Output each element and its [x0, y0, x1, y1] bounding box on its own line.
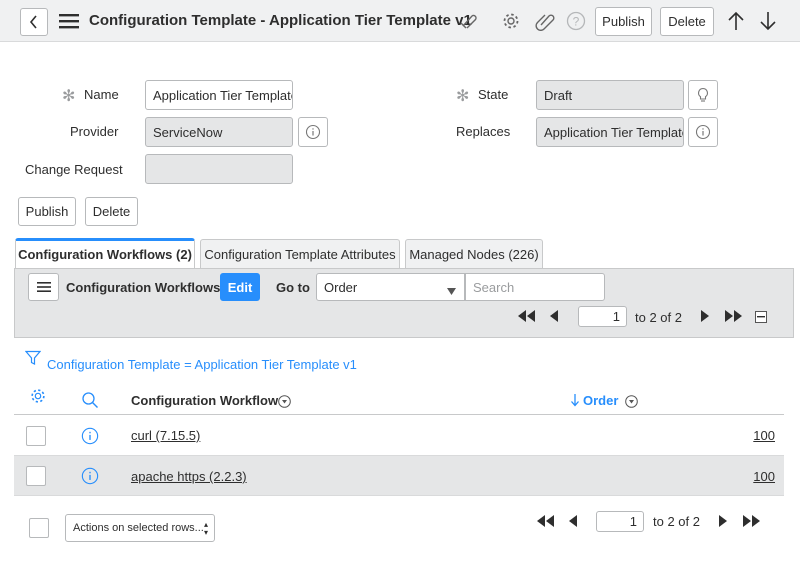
- tab-configuration-template-attributes[interactable]: Configuration Template Attributes: [200, 239, 400, 268]
- delete-button-header[interactable]: Delete: [660, 7, 714, 36]
- row-checkbox[interactable]: [26, 466, 46, 486]
- mandatory-asterisk-icon: ✻: [62, 88, 76, 105]
- info-icon[interactable]: [80, 466, 100, 486]
- next-page-icon[interactable]: [716, 513, 730, 529]
- goto-field-select[interactable]: Order: [316, 273, 465, 301]
- dropdown-arrow-icon: [447, 283, 456, 298]
- provider-info-button[interactable]: [298, 117, 328, 147]
- last-page-icon[interactable]: [740, 513, 764, 529]
- goto-label: Go to: [276, 280, 310, 295]
- publish-button-header[interactable]: Publish: [595, 7, 652, 36]
- svg-text:?: ?: [573, 15, 580, 29]
- tab-managed-nodes[interactable]: Managed Nodes (226): [405, 239, 543, 268]
- column-header-workflow[interactable]: Configuration Workflow: [131, 393, 278, 408]
- page-title: Configuration Template - Application Tie…: [89, 12, 472, 29]
- first-page-icon[interactable]: [514, 308, 538, 324]
- state-field[interactable]: Draft: [536, 80, 684, 110]
- paperclip-icon[interactable]: [534, 10, 556, 32]
- goto-field-value: Order: [324, 279, 358, 295]
- list-menu-button[interactable]: [28, 273, 59, 301]
- mandatory-asterisk-icon: ✻: [456, 88, 470, 105]
- name-field[interactable]: Application Tier Template v1: [145, 80, 293, 110]
- back-button[interactable]: [20, 8, 48, 36]
- arrow-down-icon[interactable]: [756, 9, 780, 33]
- filter-icon[interactable]: [24, 349, 42, 367]
- replaces-field[interactable]: Application Tier Template v1: [536, 117, 684, 147]
- page-number-input[interactable]: 1: [578, 306, 627, 327]
- info-icon: [695, 124, 711, 140]
- change-request-label: Change Request: [25, 162, 123, 177]
- lightbulb-icon: [698, 87, 708, 102]
- column-menu-icon[interactable]: [624, 394, 638, 408]
- provider-label: Provider: [70, 124, 119, 139]
- info-icon: [305, 124, 321, 140]
- table-row: apache https (2.2.3) 100: [14, 456, 784, 496]
- change-request-field[interactable]: [145, 154, 293, 184]
- list-title: Configuration Workflows: [66, 280, 221, 295]
- gear-icon[interactable]: [500, 10, 522, 32]
- first-page-icon[interactable]: [533, 513, 557, 529]
- state-lightbulb-button[interactable]: [688, 80, 718, 110]
- page-range-text: to 2 of 2: [653, 514, 700, 529]
- hamburger-menu-icon[interactable]: [58, 12, 80, 30]
- select-arrows-icon: ▴ ▾: [203, 520, 208, 537]
- state-label: State: [478, 87, 509, 102]
- previous-page-icon[interactable]: [566, 513, 580, 529]
- table-row: curl (7.15.5) 100: [14, 415, 784, 456]
- replaces-info-button[interactable]: [688, 117, 718, 147]
- publish-button[interactable]: Publish: [18, 197, 76, 226]
- replaces-label: Replaces: [456, 124, 511, 139]
- previous-page-icon[interactable]: [547, 308, 561, 324]
- search-icon[interactable]: [80, 390, 100, 410]
- list-settings-gear-icon[interactable]: [28, 386, 48, 406]
- hamburger-icon: [36, 282, 51, 292]
- info-icon[interactable]: [80, 426, 100, 446]
- column-header-order[interactable]: Order: [583, 393, 618, 408]
- select-all-checkbox[interactable]: [29, 518, 49, 538]
- chevron-left-icon: [29, 15, 37, 29]
- last-page-icon[interactable]: [722, 308, 746, 324]
- column-menu-icon[interactable]: [277, 394, 291, 408]
- next-page-icon[interactable]: [698, 308, 712, 324]
- name-label: Name: [84, 87, 119, 102]
- filter-breadcrumb[interactable]: Configuration Template = Application Tie…: [47, 357, 357, 372]
- search-input[interactable]: Search: [465, 273, 605, 301]
- order-link[interactable]: 100: [753, 428, 775, 443]
- arrow-up-icon[interactable]: [724, 9, 748, 33]
- collapse-icon[interactable]: [755, 311, 767, 323]
- workflow-link[interactable]: curl (7.15.5): [131, 428, 200, 443]
- row-checkbox[interactable]: [26, 426, 46, 446]
- workflow-link[interactable]: apache https (2.2.3): [131, 469, 247, 484]
- page-number-input[interactable]: 1: [596, 511, 644, 532]
- paperclip-edit-icon[interactable]: [458, 10, 480, 32]
- sort-descending-icon[interactable]: [569, 392, 581, 408]
- tab-configuration-workflows[interactable]: Configuration Workflows (2): [15, 238, 195, 268]
- order-link[interactable]: 100: [753, 469, 775, 484]
- delete-button[interactable]: Delete: [85, 197, 138, 226]
- provider-field[interactable]: ServiceNow: [145, 117, 293, 147]
- edit-button[interactable]: Edit: [220, 273, 260, 301]
- actions-select[interactable]: Actions on selected rows... ▴ ▾: [65, 514, 215, 542]
- help-icon[interactable]: ?: [565, 10, 587, 32]
- page-range-text: to 2 of 2: [635, 310, 682, 325]
- actions-select-label: Actions on selected rows...: [73, 522, 204, 534]
